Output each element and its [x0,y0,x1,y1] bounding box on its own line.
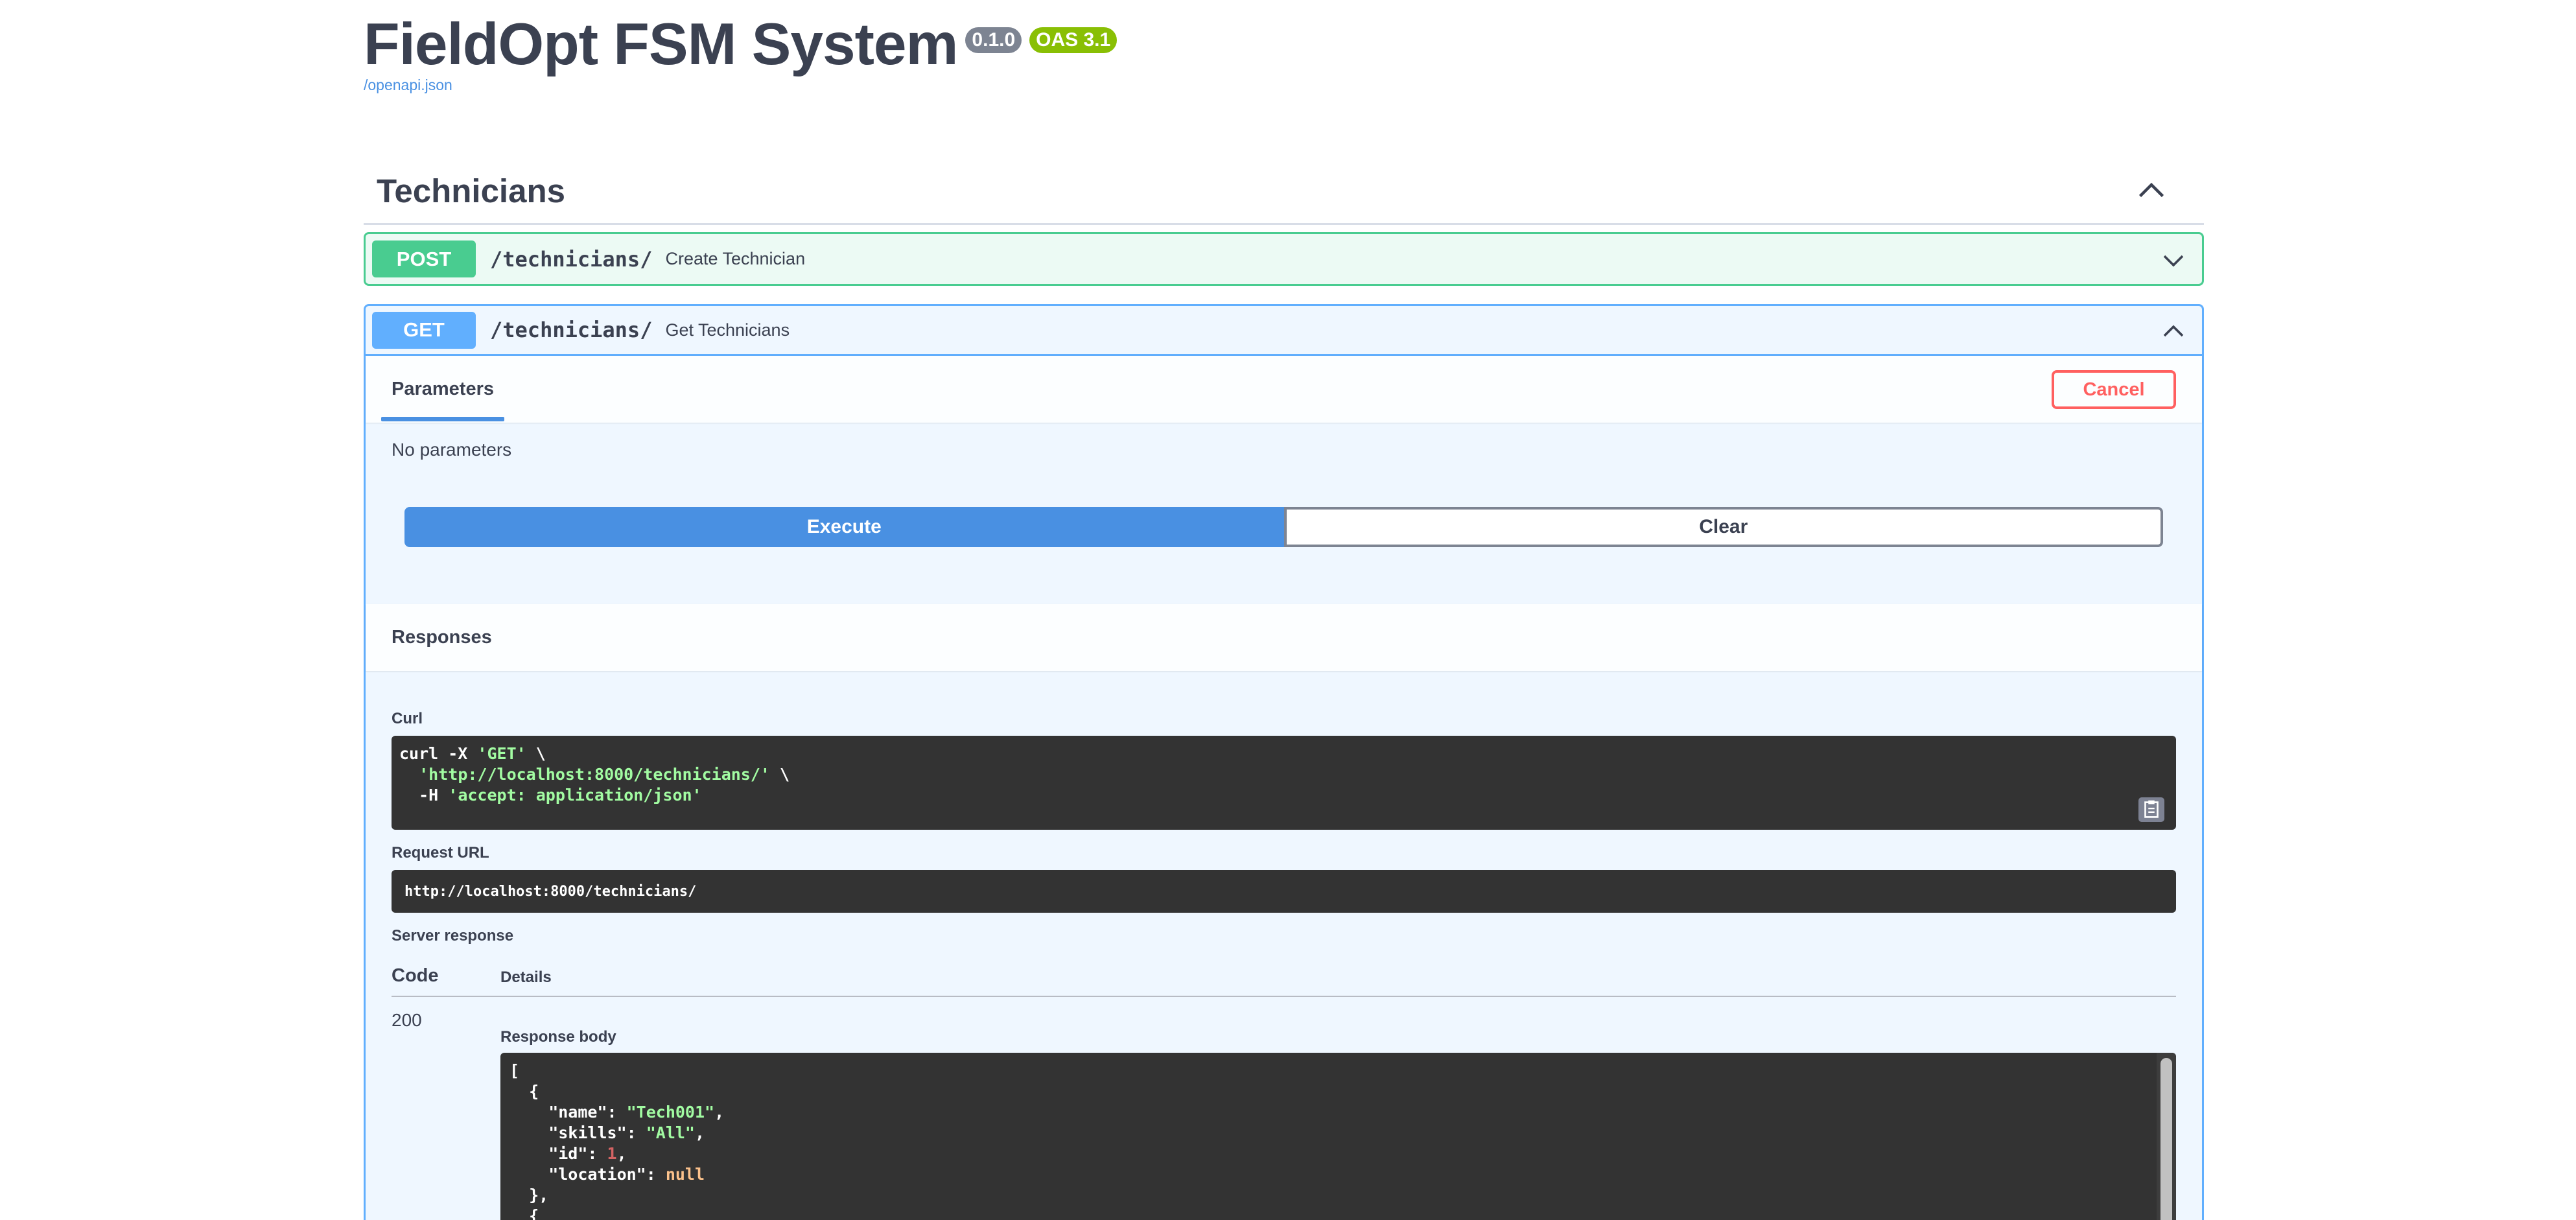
curl-string: 'http://localhost:8000/technicians/' [419,765,770,784]
json-text: { [509,1082,539,1101]
request-url-label: Request URL [392,844,489,862]
json-null: null [665,1165,705,1184]
curl-text: curl -X [399,744,478,763]
openapi-json-link[interactable]: /openapi.json [364,76,1117,94]
execute-button[interactable]: Execute [404,507,1284,547]
json-text: }, [509,1186,549,1204]
tag-title: Technicians [377,172,565,209]
endpoint-path: /technicians/ [490,318,653,342]
responses-body: Curl curl -X 'GET' \ 'http://localhost:8… [366,671,2202,1220]
curl-text: \ [526,744,546,763]
endpoint-summary: Get Technicians [665,320,790,340]
response-details: Response body [ { "name": "Tech001", "sk… [500,1010,2176,1220]
curl-label: Curl [392,710,423,727]
endpoint-summary: Create Technician [665,249,806,268]
api-info: FieldOpt FSM System 0.1.0 OAS 3.1 /opena… [364,12,1118,94]
version-badge: 0.1.0 [965,27,1022,53]
json-key: "id": [509,1144,607,1163]
request-url-value: http://localhost:8000/technicians/ [404,883,697,900]
curl-string: 'GET' [477,744,526,763]
opblock-summary-post[interactable]: POST /technicians/ Create Technician [366,234,2202,284]
opblock-post-technicians: POST /technicians/ Create Technician [364,232,2204,286]
tab-parameters[interactable]: Parameters [381,356,504,423]
response-body-code-block[interactable]: [ { "name": "Tech001", "skills": "All", … [500,1053,2176,1220]
response-body-scrollbar[interactable] [2157,1053,2176,1220]
json-key: "name": [509,1103,627,1121]
response-row: 200 Response body [ { "name": "Tech001",… [392,997,2176,1220]
json-text: { [509,1206,539,1220]
parameters-header: Parameters Cancel [366,356,2202,423]
opblock-get-technicians: GET /technicians/ Get Technicians Parame… [364,304,2204,1220]
curl-code-block: curl -X 'GET' \ 'http://localhost:8000/t… [392,736,2176,830]
chevron-up-icon[interactable] [2159,319,2188,345]
json-string: "All" [646,1123,695,1142]
json-number: 1 [607,1144,617,1163]
chevron-up-icon[interactable] [2135,175,2168,207]
details-column-header: Details [500,968,552,986]
curl-text: -H [399,786,449,804]
curl-text: \ [769,765,790,784]
title-row: FieldOpt FSM System 0.1.0 OAS 3.1 [364,12,1118,78]
response-body-label: Response body [500,1028,616,1046]
oas-badge: OAS 3.1 [1029,27,1118,53]
chevron-down-icon[interactable] [2159,247,2188,273]
request-url-box: http://localhost:8000/technicians/ [392,870,2176,913]
copy-to-clipboard-icon[interactable] [2138,797,2164,822]
cancel-button[interactable]: Cancel [2052,370,2176,409]
api-title: FieldOpt FSM System [364,12,958,77]
json-key: "location": [509,1165,666,1184]
scrollbar-thumb[interactable] [2160,1058,2172,1220]
json-key: "skills": [509,1123,646,1142]
no-parameters-text: No parameters [392,440,512,460]
responses-header: Responses [366,604,2202,671]
method-badge-get: GET [372,311,476,349]
execute-wrapper: Execute Clear [366,507,2202,604]
response-status-code: 200 [392,1010,422,1030]
tag-header-technicians[interactable]: Technicians [364,158,2204,225]
curl-string: 'accept: application/json' [448,786,702,804]
responses-title: Responses [392,627,492,648]
method-badge-post: POST [372,240,476,277]
clear-button[interactable]: Clear [1283,507,2163,547]
response-table-header: Code Details [392,965,2176,997]
code-column-header: Code [392,965,439,986]
endpoint-path: /technicians/ [490,246,653,272]
json-text: [ [509,1061,520,1080]
opblock-summary-get[interactable]: GET /technicians/ Get Technicians [366,306,2202,356]
json-string: "Tech001" [626,1103,715,1121]
curl-text [399,765,419,784]
server-response-label: Server response [392,927,514,944]
